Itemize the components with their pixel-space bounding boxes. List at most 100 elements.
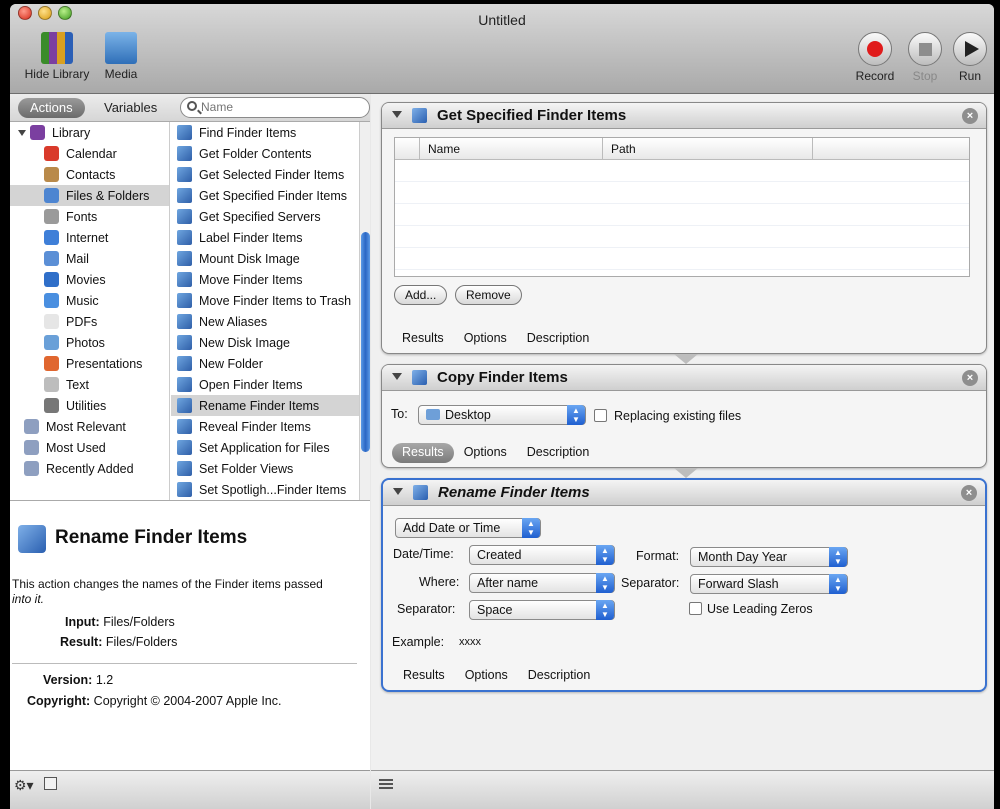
remove-action-icon[interactable]: × bbox=[961, 485, 977, 501]
stop-button[interactable]: Stop bbox=[903, 32, 947, 83]
column-header-name[interactable]: Name bbox=[420, 138, 603, 159]
category-item[interactable]: Most Relevant bbox=[10, 416, 169, 437]
action-description: Rename Finder Items This action changes … bbox=[10, 500, 370, 770]
action-list-item[interactable]: New Aliases bbox=[171, 311, 359, 332]
datetime-popup[interactable]: Created ▲ ▼ bbox=[469, 545, 615, 565]
category-item[interactable]: Presentations bbox=[10, 353, 169, 374]
items-table[interactable]: Name Path bbox=[394, 137, 970, 277]
category-item[interactable]: Utilities bbox=[10, 395, 169, 416]
action-list-item[interactable]: Reveal Finder Items bbox=[171, 416, 359, 437]
category-item[interactable]: Library bbox=[10, 122, 169, 143]
tab-description[interactable]: Description bbox=[518, 666, 601, 686]
window-title: Untitled bbox=[478, 12, 526, 28]
action-copy-finder-items[interactable]: Copy Finder Items × To: Desktop ▲ ▼ Repla… bbox=[381, 364, 987, 468]
action-list-scrollbar[interactable] bbox=[359, 122, 370, 500]
format-popup[interactable]: Month Day Year ▲ ▼ bbox=[690, 547, 848, 567]
action-list-item[interactable]: Move Finder Items to Trash bbox=[171, 290, 359, 311]
gear-icon[interactable]: ⚙▾ bbox=[14, 777, 34, 793]
disclosure-triangle-icon[interactable] bbox=[18, 129, 26, 136]
category-item[interactable]: Music bbox=[10, 290, 169, 311]
action-list-item[interactable]: Get Selected Finder Items bbox=[171, 164, 359, 185]
category-label: Calendar bbox=[66, 146, 117, 161]
separator-popup[interactable]: Space ▲ ▼ bbox=[469, 600, 615, 620]
action-list-item[interactable]: Rename Finder Items bbox=[171, 395, 359, 416]
smart-folder-icon bbox=[24, 419, 39, 434]
remove-action-icon[interactable]: × bbox=[962, 108, 978, 124]
popup-arrows-icon: ▲ ▼ bbox=[522, 518, 540, 538]
action-list-item[interactable]: Get Folder Contents bbox=[171, 143, 359, 164]
action-footer-tabs: Results Options Description bbox=[392, 329, 599, 349]
category-item[interactable]: Calendar bbox=[10, 143, 169, 164]
action-get-specified-finder-items[interactable]: Get Specified Finder Items × Name Path A… bbox=[381, 102, 987, 354]
action-list: Find Finder Items Get Folder Contents Get … bbox=[171, 122, 359, 500]
category-item[interactable]: Files & Folders bbox=[10, 185, 169, 206]
category-item[interactable]: PDFs bbox=[10, 311, 169, 332]
tab-results[interactable]: Results bbox=[393, 666, 455, 686]
record-button[interactable]: Record bbox=[850, 32, 900, 83]
category-label: Music bbox=[66, 293, 99, 308]
tab-results[interactable]: Results bbox=[392, 329, 454, 349]
category-item[interactable]: Contacts bbox=[10, 164, 169, 185]
action-list-item[interactable]: Move Finder Items bbox=[171, 269, 359, 290]
search-field[interactable] bbox=[180, 97, 370, 118]
tab-variables[interactable]: Variables bbox=[92, 98, 169, 118]
action-rename-finder-items[interactable]: Rename Finder Items × Add Date or Time ▲… bbox=[381, 478, 987, 692]
action-list-item[interactable]: Find Finder Items bbox=[171, 122, 359, 143]
add-button[interactable]: Add... bbox=[394, 285, 448, 305]
action-list-item[interactable]: Get Specified Finder Items bbox=[171, 185, 359, 206]
scrollbar-thumb[interactable] bbox=[361, 232, 370, 452]
replacing-files-checkbox[interactable] bbox=[594, 409, 607, 422]
category-item[interactable]: Photos bbox=[10, 332, 169, 353]
tab-actions[interactable]: Actions bbox=[18, 98, 85, 118]
destination-popup[interactable]: Desktop ▲ ▼ bbox=[418, 405, 586, 425]
category-item[interactable]: Text bbox=[10, 374, 169, 395]
tab-options[interactable]: Options bbox=[455, 666, 518, 686]
category-item[interactable]: Internet bbox=[10, 227, 169, 248]
record-icon bbox=[867, 41, 883, 57]
action-list-item[interactable]: Get Specified Servers bbox=[171, 206, 359, 227]
action-label: Open Finder Items bbox=[199, 377, 303, 392]
search-input[interactable] bbox=[201, 100, 361, 114]
action-list-item[interactable]: Mount Disk Image bbox=[171, 248, 359, 269]
input-info: Input: Files/Folders bbox=[65, 615, 175, 629]
tab-description[interactable]: Description bbox=[517, 443, 600, 463]
category-item[interactable]: Mail bbox=[10, 248, 169, 269]
category-item[interactable]: Movies bbox=[10, 269, 169, 290]
remove-button[interactable]: Remove bbox=[455, 285, 522, 305]
action-list-item[interactable]: Set Application for Files bbox=[171, 437, 359, 458]
collapse-triangle-icon[interactable] bbox=[392, 111, 402, 118]
action-list-item[interactable]: Label Finder Items bbox=[171, 227, 359, 248]
action-list-item[interactable]: New Disk Image bbox=[171, 332, 359, 353]
leading-zeros-checkbox[interactable] bbox=[689, 602, 702, 615]
play-icon bbox=[965, 41, 979, 57]
tab-results[interactable]: Results bbox=[392, 443, 454, 463]
popup-arrows-icon: ▲ ▼ bbox=[829, 547, 847, 567]
finder-action-icon bbox=[177, 272, 192, 287]
tab-options[interactable]: Options bbox=[454, 329, 517, 349]
category-label: Most Used bbox=[46, 440, 106, 455]
action-list-item[interactable]: New Folder bbox=[171, 353, 359, 374]
run-button[interactable]: Run bbox=[948, 32, 992, 83]
category-item[interactable]: Fonts bbox=[10, 206, 169, 227]
category-item[interactable]: Most Used bbox=[10, 437, 169, 458]
column-header-path[interactable]: Path bbox=[603, 138, 813, 159]
toggle-description-icon[interactable] bbox=[44, 777, 57, 790]
stop-icon bbox=[918, 42, 932, 56]
action-list-item[interactable]: Set Spotligh...Finder Items bbox=[171, 479, 359, 500]
media-button[interactable]: Media bbox=[98, 32, 144, 81]
tab-options[interactable]: Options bbox=[454, 443, 517, 463]
tab-description[interactable]: Description bbox=[517, 329, 600, 349]
where-popup[interactable]: After name ▲ ▼ bbox=[469, 573, 615, 593]
collapse-triangle-icon[interactable] bbox=[393, 488, 403, 495]
hide-library-button[interactable]: Hide Library bbox=[22, 32, 92, 81]
rename-mode-popup[interactable]: Add Date or Time ▲ ▼ bbox=[395, 518, 541, 538]
collapse-triangle-icon[interactable] bbox=[392, 373, 402, 380]
separator2-popup[interactable]: Forward Slash ▲ ▼ bbox=[690, 574, 848, 594]
action-list-item[interactable]: Open Finder Items bbox=[171, 374, 359, 395]
popup-arrows-icon: ▲ ▼ bbox=[829, 574, 847, 594]
category-item[interactable]: Recently Added bbox=[10, 458, 169, 479]
remove-action-icon[interactable]: × bbox=[962, 370, 978, 386]
record-label: Record bbox=[855, 69, 895, 83]
list-view-icon[interactable] bbox=[379, 779, 393, 789]
action-list-item[interactable]: Set Folder Views bbox=[171, 458, 359, 479]
